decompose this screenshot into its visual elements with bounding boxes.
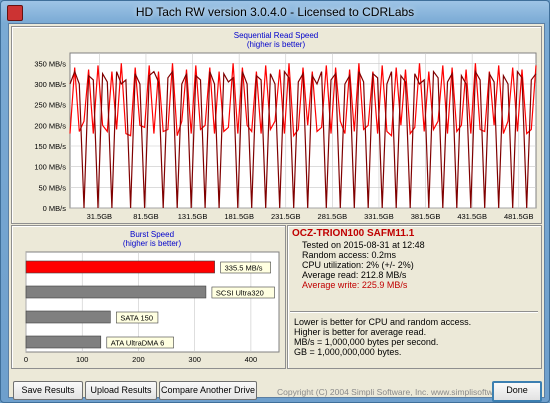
- read-x-tick-label: 231.5GB: [271, 212, 301, 221]
- burst-x-tick-label: 100: [76, 355, 89, 364]
- cpu-utilization: CPU utilization: 2% (+/- 2%): [302, 260, 414, 270]
- read-x-tick-label: 381.5GB: [411, 212, 441, 221]
- burst-bar-label: SCSI Ultra320: [216, 289, 264, 298]
- read-y-tick-label: 100 MB/s: [34, 163, 66, 172]
- burst-x-tick-label: 300: [188, 355, 201, 364]
- read-x-tick-label: 31.5GB: [87, 212, 112, 221]
- save-results-button[interactable]: Save Results: [13, 381, 83, 400]
- burst-x-tick-label: 200: [132, 355, 145, 364]
- burst-chart-title: Burst Speed: [130, 230, 174, 239]
- note-line: GB = 1,000,000,000 bytes.: [294, 347, 402, 357]
- read-x-tick-label: 281.5GB: [318, 212, 348, 221]
- burst-bar: [25, 260, 215, 274]
- burst-bar-label: SATA 150: [120, 314, 153, 323]
- burst-bar: [25, 335, 102, 349]
- read-y-tick-label: 250 MB/s: [34, 101, 66, 110]
- burst-speed-panel: Burst Speed (higher is better) 335.5 MB/…: [11, 225, 286, 369]
- compare-drive-button[interactable]: Compare Another Drive: [159, 381, 257, 400]
- burst-x-tick-label: 0: [24, 355, 28, 364]
- done-button[interactable]: Done: [492, 381, 542, 402]
- average-write: Average write: 225.9 MB/s: [302, 280, 408, 290]
- burst-speed-chart: Burst Speed (higher is better) 335.5 MB/…: [24, 230, 280, 364]
- read-x-tick-label: 181.5GB: [224, 212, 254, 221]
- info-panel: OCZ-TRION100 SAFM11.1 Tested on 2015-08-…: [287, 225, 542, 369]
- read-x-tick-label: 481.5GB: [504, 212, 534, 221]
- read-y-tick-label: 150 MB/s: [34, 142, 66, 151]
- burst-bar-label: ATA UltraDMA 6: [111, 339, 165, 348]
- read-y-tick-label: 300 MB/s: [34, 80, 66, 89]
- read-speed-panel: Sequential Read Speed (higher is better)…: [11, 26, 542, 224]
- copyright-text: Copyright (C) 2004 Simpli Software, Inc.…: [277, 387, 524, 397]
- drive-name: OCZ-TRION100 SAFM11.1: [292, 228, 415, 239]
- burst-bar: [25, 285, 207, 299]
- read-x-tick-label: 81.5GB: [133, 212, 158, 221]
- note-line: Higher is better for average read.: [294, 327, 427, 337]
- read-chart-subtitle: (higher is better): [247, 40, 306, 49]
- read-x-ticks: 31.5GB 81.5GB 131.5GB 181.5GB 231.5GB 281.5GB…: [87, 212, 534, 221]
- burst-x-ticks: 0 100 200 300 400: [24, 355, 257, 364]
- read-y-tick-label: 350 MB/s: [34, 59, 66, 68]
- note-line: Lower is better for CPU and random acces…: [294, 317, 472, 327]
- read-x-tick-label: 431.5GB: [457, 212, 487, 221]
- burst-chart-subtitle: (higher is better): [123, 239, 182, 248]
- random-access: Random access: 0.2ms: [302, 250, 397, 260]
- read-y-tick-label: 0 MB/s: [43, 204, 67, 213]
- info-divider: [290, 311, 538, 313]
- read-x-tick-label: 331.5GB: [364, 212, 394, 221]
- read-y-tick-label: 50 MB/s: [38, 183, 66, 192]
- read-y-tick-label: 200 MB/s: [34, 121, 66, 130]
- read-x-tick-label: 131.5GB: [178, 212, 208, 221]
- read-speed-chart: Sequential Read Speed (higher is better)…: [34, 31, 537, 221]
- note-line: MB/s = 1,000,000 bytes per second.: [294, 337, 439, 347]
- burst-bar-label: 335.5 MB/s: [225, 264, 263, 273]
- app-window: HD Tach RW version 3.0.4.0 - Licensed to…: [0, 0, 550, 403]
- client-area: Sequential Read Speed (higher is better)…: [8, 23, 545, 402]
- average-read: Average read: 212.8 MB/s: [302, 270, 407, 280]
- burst-bar: [25, 310, 111, 324]
- read-chart-title: Sequential Read Speed: [234, 31, 319, 40]
- upload-results-button[interactable]: Upload Results: [85, 381, 157, 400]
- read-y-ticks: 0 MB/s 50 MB/s 100 MB/s 150 MB/s 200 MB/s 250…: [34, 59, 66, 213]
- burst-x-tick-label: 400: [245, 355, 258, 364]
- window-title: HD Tach RW version 3.0.4.0 - Licensed to…: [135, 5, 415, 19]
- tested-date: Tested on 2015-08-31 at 12:48: [302, 240, 425, 250]
